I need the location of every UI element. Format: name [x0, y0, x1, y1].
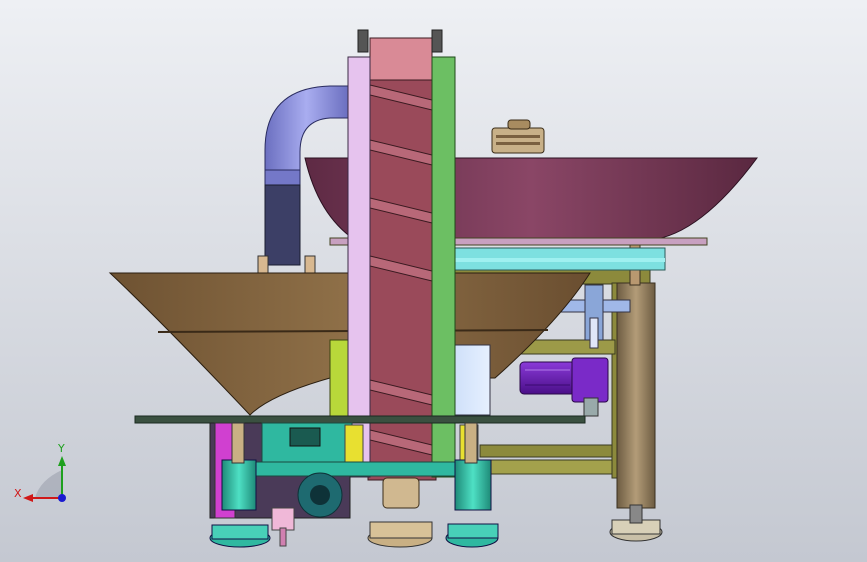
pink-valve [271, 507, 295, 531]
support-post [616, 282, 656, 509]
z-axis-dot [58, 494, 66, 502]
cad-viewport[interactable]: X Y [0, 0, 867, 562]
triad-y-label: Y [57, 442, 65, 455]
cylinder-left [221, 459, 257, 511]
right-rail [431, 56, 456, 478]
spiral-chute [357, 29, 443, 481]
left-rail [347, 56, 371, 478]
triad-x-label: X [14, 487, 22, 500]
bronze-cup [382, 477, 420, 509]
base-plate [134, 415, 586, 424]
cad-model-view: X Y [0, 0, 867, 562]
cylinder-right [454, 459, 492, 511]
